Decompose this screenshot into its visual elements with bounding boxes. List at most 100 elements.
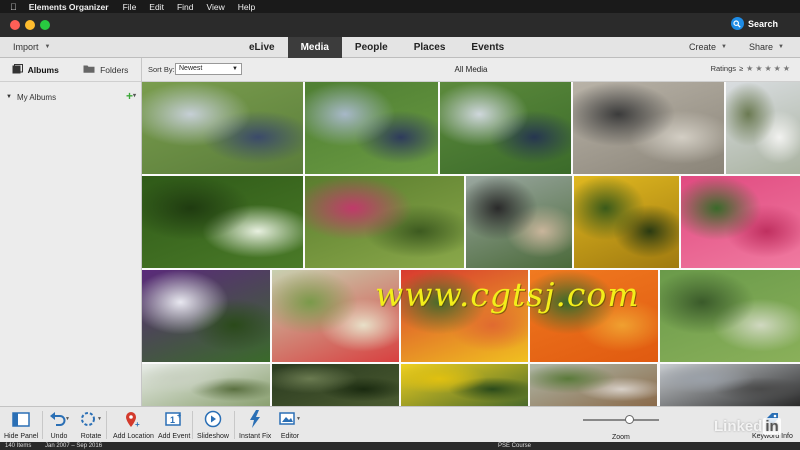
photo-thumbnail[interactable] — [305, 82, 438, 174]
svg-text:+: + — [135, 420, 140, 428]
left-panel: Albums Folders ▼ My Albums +▾ — [0, 58, 142, 406]
menu-file[interactable]: File — [123, 2, 137, 12]
view-tabs: eLive Media People Places Events — [236, 37, 517, 58]
undo-button[interactable]: ▼ Undo — [49, 410, 69, 440]
tab-places[interactable]: Places — [401, 37, 459, 58]
photo-thumbnail[interactable] — [305, 176, 464, 268]
import-button[interactable]: Import ▼ — [13, 42, 50, 52]
share-label: Share — [749, 42, 774, 52]
photo-thumbnail[interactable] — [681, 176, 800, 268]
add-event-icon: 1 + — [165, 410, 183, 428]
view-title: All Media — [454, 65, 488, 74]
svg-text:▼: ▼ — [97, 416, 102, 422]
plus-icon[interactable]: +▾ — [126, 90, 136, 102]
rating-stars[interactable]: ★★★★★ — [746, 64, 792, 73]
tab-folders[interactable]: Folders — [71, 58, 142, 82]
photo-thumbnail[interactable] — [466, 176, 572, 268]
svg-text:+: + — [177, 413, 181, 420]
photo-thumbnail[interactable] — [440, 82, 571, 174]
folder-icon — [83, 64, 95, 75]
tab-media[interactable]: Media — [287, 37, 342, 58]
svg-text:▼: ▼ — [65, 416, 69, 422]
my-albums-label: My Albums — [16, 92, 57, 102]
hide-panel-button[interactable]: Hide Panel — [4, 410, 38, 440]
menu-edit[interactable]: Edit — [149, 2, 164, 12]
chevron-down-icon: ▼ — [721, 44, 727, 50]
search-button[interactable]: Search — [730, 17, 778, 30]
ratings-operator[interactable]: ≥ — [739, 64, 743, 73]
svg-text:1: 1 — [170, 415, 175, 425]
zoom-window-button[interactable] — [40, 20, 50, 30]
divider — [106, 411, 107, 439]
photo-thumbnail[interactable] — [142, 270, 270, 362]
my-albums-section[interactable]: ▼ My Albums +▾ — [0, 90, 142, 104]
editor-icon: ▼ — [279, 410, 301, 428]
photo-thumbnail[interactable] — [574, 176, 679, 268]
photo-thumbnail[interactable] — [726, 82, 800, 174]
photo-thumbnail[interactable] — [660, 364, 800, 406]
nav-bar: Import ▼ eLive Media People Places Event… — [0, 37, 800, 58]
menu-find[interactable]: Find — [177, 2, 194, 12]
search-label: Search — [747, 18, 778, 29]
photo-thumbnail[interactable] — [401, 364, 528, 406]
photo-thumbnail[interactable] — [660, 270, 800, 362]
hide-panel-icon — [12, 410, 30, 428]
editor-button[interactable]: ▼ Editor — [279, 410, 301, 440]
tab-elive[interactable]: eLive — [236, 37, 288, 58]
rotate-button[interactable]: ▼ Rotate — [80, 410, 102, 440]
photo-thumbnail[interactable] — [142, 364, 270, 406]
svg-text:▼: ▼ — [296, 416, 301, 422]
photo-thumbnail[interactable] — [272, 364, 399, 406]
title-bar: Search — [0, 13, 800, 37]
zoom-track[interactable] — [583, 419, 659, 421]
sort-row: Sort By: Newest ▼ All Media Ratings ≥ ★★… — [142, 58, 800, 82]
share-button[interactable]: Share ▼ — [749, 42, 784, 52]
create-button[interactable]: Create ▼ — [689, 42, 727, 52]
add-event-button[interactable]: 1 + Add Event — [158, 410, 190, 440]
date-range: Jan 2007 – Sep 2016 — [45, 443, 103, 449]
tab-events[interactable]: Events — [458, 37, 517, 58]
slideshow-button[interactable]: Slideshow — [197, 410, 229, 440]
slideshow-icon — [204, 410, 222, 428]
zoom-handle[interactable] — [625, 415, 634, 424]
lightning-icon — [248, 410, 262, 428]
divider — [42, 411, 43, 439]
tab-albums[interactable]: Albums — [0, 58, 71, 82]
divider — [234, 411, 235, 439]
left-panel-tabs: Albums Folders — [0, 58, 141, 82]
photo-thumbnail[interactable] — [142, 82, 303, 174]
status-bar: 140 Items Jan 2007 – Sep 2016 PSE Course — [0, 442, 800, 450]
media-grid: www.cgtsj.com — [142, 82, 800, 406]
item-count: 140 Items — [5, 443, 32, 449]
course-label: PSE Course — [498, 443, 532, 449]
tab-people[interactable]: People — [342, 37, 401, 58]
menu-view[interactable]: View — [207, 2, 225, 12]
chevron-down-icon: ▼ — [778, 44, 784, 50]
instant-fix-button[interactable]: Instant Fix — [239, 410, 271, 440]
minimize-window-button[interactable] — [25, 20, 35, 30]
location-pin-icon: + — [124, 410, 142, 428]
photo-thumbnail[interactable] — [142, 176, 303, 268]
import-label: Import — [13, 42, 39, 52]
ratings-label: Ratings — [710, 64, 737, 73]
menu-help[interactable]: Help — [238, 2, 255, 12]
search-icon — [730, 17, 744, 30]
chevron-down-icon: ▼ — [6, 94, 12, 100]
photo-thumbnail[interactable] — [573, 82, 724, 174]
watermark: www.cgtsj.com — [375, 275, 640, 314]
undo-icon: ▼ — [49, 410, 69, 428]
apple-icon[interactable]:  — [10, 2, 17, 12]
zoom-label: Zoom — [612, 434, 630, 441]
divider — [192, 411, 193, 439]
add-location-button[interactable]: + Add Location — [113, 410, 154, 440]
bottom-toolbar: Hide Panel ▼ Undo ▼ Rotate + Add Locatio… — [0, 406, 800, 442]
linkedin-watermark: Linked in — [714, 418, 781, 435]
albums-icon — [12, 63, 23, 76]
menu-bar:  Elements Organizer File Edit Find View… — [0, 0, 800, 13]
photo-thumbnail[interactable] — [530, 364, 657, 406]
app-menu[interactable]: Elements Organizer — [29, 2, 109, 12]
folders-tab-label: Folders — [100, 64, 129, 75]
close-window-button[interactable] — [10, 20, 20, 30]
create-label: Create — [689, 42, 717, 52]
window-controls — [10, 20, 50, 30]
